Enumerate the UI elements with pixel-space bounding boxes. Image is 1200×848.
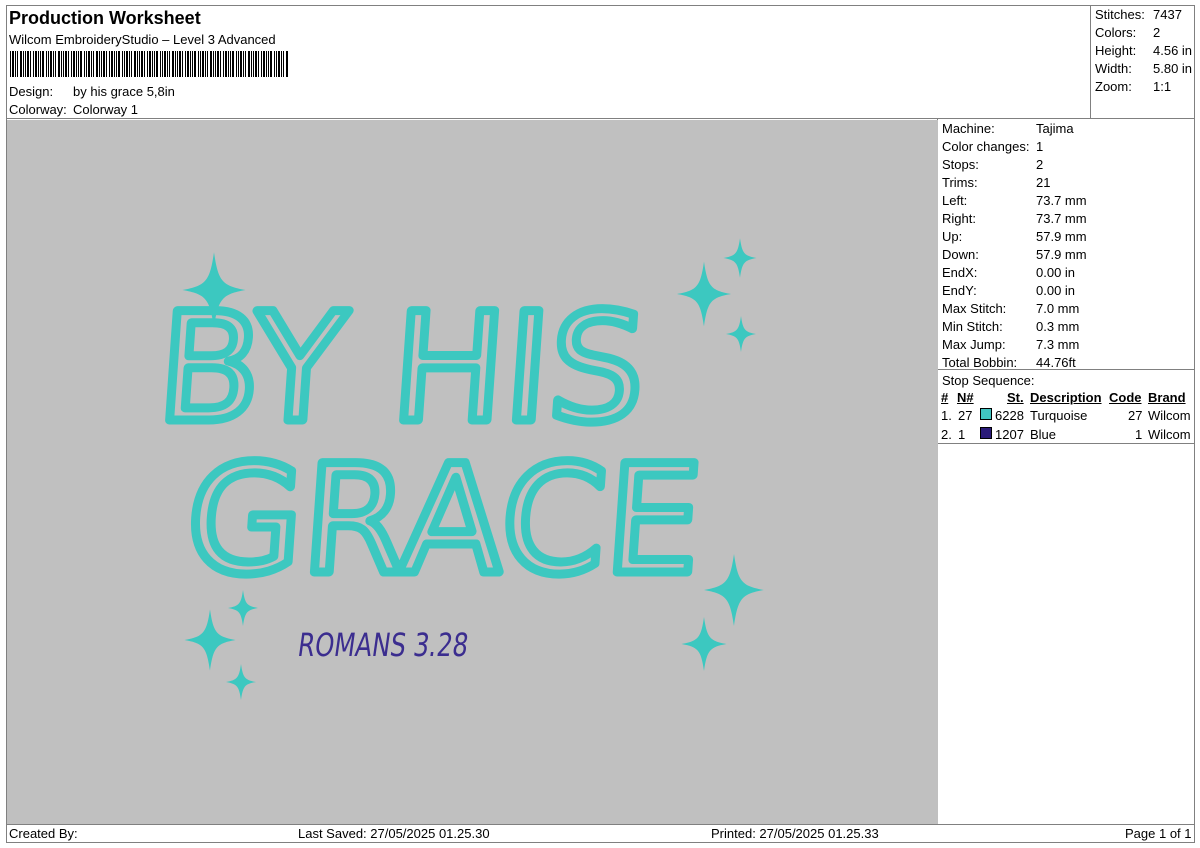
last-saved: Last Saved: 27/05/2025 01.25.30 xyxy=(298,826,490,841)
design-value: by his grace 5,8in xyxy=(73,84,175,99)
table-cell-st: 6228 xyxy=(995,408,1024,423)
design-label: Design: xyxy=(9,84,54,99)
sparkle-icon xyxy=(726,316,756,352)
summary-row: Stitches: 7437 xyxy=(1095,7,1182,22)
design-line-2: GRACE xyxy=(181,434,707,608)
table-cell-n: 27 xyxy=(958,408,973,423)
sparkle-icon xyxy=(723,238,757,278)
sparkle-icon xyxy=(681,617,727,671)
software-name: Wilcom EmbroideryStudio – Level 3 Advanc… xyxy=(9,32,276,47)
col-header-brand: Brand xyxy=(1148,390,1186,405)
col-header-code: Code xyxy=(1109,390,1142,405)
footer-divider xyxy=(6,824,1195,825)
table-cell-n: 1 xyxy=(958,427,966,442)
design-preview: BY HIS GRACE ROMANS 3.28 xyxy=(7,120,938,824)
color-swatch xyxy=(980,408,992,420)
info-row: Trims: 21 xyxy=(942,175,1051,190)
info-row: Left: 73.7 mm xyxy=(942,193,1087,208)
summary-divider xyxy=(1090,5,1091,118)
header-divider xyxy=(6,118,1195,119)
summary-row: Zoom: 1:1 xyxy=(1095,79,1172,94)
color-swatch xyxy=(980,427,992,439)
table-divider xyxy=(937,443,1195,444)
info-row: Down: 57.9 mm xyxy=(942,247,1087,262)
info-row: Up: 57.9 mm xyxy=(942,229,1087,244)
printed-date: Printed: 27/05/2025 01.25.33 xyxy=(711,826,879,841)
info-row: Stops: 2 xyxy=(942,157,1044,172)
table-cell-brand: Wilcom xyxy=(1148,427,1191,442)
info-row: Right: 73.7 mm xyxy=(942,211,1087,226)
table-cell-num: 1. xyxy=(941,408,952,423)
table-cell-code: 27 xyxy=(1128,408,1143,423)
table-cell-description: Turquoise xyxy=(1030,408,1088,423)
table-cell-st: 1207 xyxy=(995,427,1024,442)
info-row: Color changes: 1 xyxy=(942,139,1044,154)
sparkle-icon xyxy=(226,664,256,700)
design-line-3: ROMANS 3.28 xyxy=(296,626,471,664)
table-cell-description: Blue xyxy=(1030,427,1057,442)
table-cell-code: 1 xyxy=(1135,427,1143,442)
col-header-st: St. xyxy=(1007,390,1024,405)
colorway-value: Colorway 1 xyxy=(73,102,139,117)
col-header-description: Description xyxy=(1030,390,1102,405)
info-row: Machine: Tajima xyxy=(942,121,1074,136)
stop-sequence-title: Stop Sequence: xyxy=(942,373,1035,388)
page-number: Page 1 of 1 xyxy=(1125,826,1192,841)
page-title: Production Worksheet xyxy=(9,8,201,28)
design-line-1: BY HIS xyxy=(152,282,650,456)
colorway-label: Colorway: xyxy=(9,102,67,117)
col-header-n: N# xyxy=(957,390,974,405)
info-row: Max Stitch: 7.0 mm xyxy=(942,301,1080,316)
col-header-num: # xyxy=(941,390,949,405)
info-row: Max Jump: 7.3 mm xyxy=(942,337,1080,352)
info-row: Min Stitch: 0.3 mm xyxy=(942,319,1080,334)
info-row: EndY: 0.00 in xyxy=(942,283,1076,298)
summary-row: Width: 5.80 in xyxy=(1095,61,1193,76)
created-by: Created By: xyxy=(9,826,78,841)
sparkle-icon xyxy=(184,609,236,671)
table-cell-num: 2. xyxy=(941,427,952,442)
summary-row: Height: 4.56 in xyxy=(1095,43,1193,58)
sparkle-icon xyxy=(704,554,764,626)
barcode-image xyxy=(10,51,288,77)
sparkle-icon xyxy=(677,261,731,327)
info-row: Total Bobbin: 44.76ft xyxy=(942,355,1076,370)
info-row: EndX: 0.00 in xyxy=(942,265,1076,280)
table-cell-brand: Wilcom xyxy=(1148,408,1191,423)
summary-row: Colors: 2 xyxy=(1095,25,1161,40)
